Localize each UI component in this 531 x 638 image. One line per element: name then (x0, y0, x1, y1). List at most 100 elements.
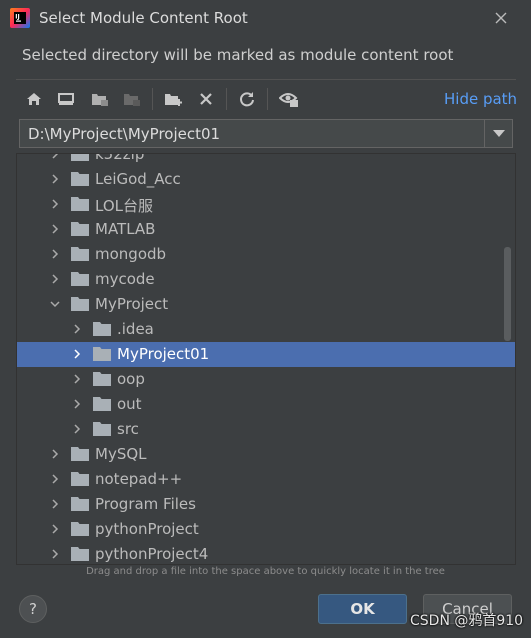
tree-row[interactable]: mycode (17, 267, 515, 292)
tree-row[interactable]: LeiGod_Acc (17, 167, 515, 192)
scrollbar-thumb[interactable] (504, 247, 511, 341)
folder-icon (93, 322, 111, 336)
tree-item-label: mongodb (95, 245, 167, 263)
toolbar-separator (152, 88, 153, 110)
chevron-right-icon[interactable] (50, 499, 60, 509)
chevron-right-icon[interactable] (50, 153, 60, 159)
path-input[interactable] (20, 120, 484, 147)
hide-path-link[interactable]: Hide path (444, 90, 517, 108)
tree-row[interactable]: MyProject (17, 292, 515, 317)
tree-row[interactable]: pythonProject (17, 517, 515, 542)
tree-item-label: MySQL (95, 445, 147, 463)
ok-button[interactable]: OK (318, 594, 407, 624)
project-directory-button[interactable] (88, 86, 112, 112)
folder-icon (71, 472, 89, 486)
chevron-right-icon[interactable] (50, 224, 60, 234)
drag-drop-hint: Drag and drop a file into the space abov… (86, 566, 445, 577)
tree-item-label: out (117, 395, 142, 413)
chevron-right-icon[interactable] (72, 399, 82, 409)
chevron-right-icon[interactable] (72, 374, 82, 384)
module-directory-button[interactable] (120, 86, 144, 112)
tree-row[interactable]: .idea (17, 317, 515, 342)
tree-item-label: MATLAB (95, 220, 156, 238)
folder-icon (71, 222, 89, 236)
delete-icon (200, 93, 212, 105)
chevron-right-icon[interactable] (72, 424, 82, 434)
folder-icon (71, 547, 89, 561)
tree-row[interactable]: MySQL (17, 442, 515, 467)
tree-row[interactable]: k52zip (17, 153, 515, 167)
tree-row[interactable]: Program Files (17, 492, 515, 517)
chevron-down-icon (492, 129, 505, 137)
folder-icon (71, 522, 89, 536)
folder-icon (71, 497, 89, 511)
folder-icon (71, 197, 89, 211)
chevron-right-icon[interactable] (72, 324, 82, 334)
delete-button[interactable] (194, 86, 218, 112)
toolbar-separator (267, 88, 268, 110)
close-button[interactable] (489, 7, 513, 29)
tree-item-label: pythonProject4 (95, 545, 209, 563)
intellij-idea-icon: IJ (10, 8, 30, 28)
show-hidden-button[interactable] (277, 86, 301, 112)
chevron-right-icon[interactable] (50, 249, 60, 259)
folder-icon (71, 247, 89, 261)
tree-item-label: Program Files (95, 495, 196, 513)
chevron-right-icon[interactable] (50, 449, 60, 459)
desktop-button[interactable] (54, 86, 78, 112)
module-folder-icon (124, 94, 140, 106)
chevron-right-icon[interactable] (50, 474, 60, 484)
refresh-button[interactable] (235, 86, 259, 112)
close-icon (495, 12, 507, 24)
tree-item-label: LOL台服 (95, 197, 153, 215)
watermark: CSDN @鸦首910 (410, 613, 524, 629)
tree-item-label: src (117, 420, 139, 438)
tree-item-label: notepad++ (95, 470, 183, 488)
help-button[interactable]: ? (19, 595, 47, 623)
folder-icon (93, 397, 111, 411)
folder-icon (71, 154, 89, 161)
tree-row[interactable]: mongodb (17, 242, 515, 267)
chevron-right-icon[interactable] (72, 349, 82, 359)
folder-icon (71, 447, 89, 461)
new-folder-button[interactable] (162, 86, 186, 112)
chevron-right-icon[interactable] (50, 524, 60, 534)
folder-icon (93, 347, 111, 361)
tree-row[interactable]: notepad++ (17, 467, 515, 492)
home-icon (27, 93, 41, 105)
directory-tree[interactable]: k52zip LeiGod_Acc LOL台服 MATLAB mongodb mycode… (16, 153, 516, 565)
chevron-down-icon[interactable] (50, 299, 60, 309)
tree-row[interactable]: LOL台服 (17, 192, 515, 217)
svg-text:IJ: IJ (15, 14, 19, 21)
tree-row[interactable]: out (17, 392, 515, 417)
tree-item-label: oop (117, 370, 145, 388)
title-bar: IJ Select Module Content Root (0, 0, 531, 37)
path-dropdown-button[interactable] (484, 120, 512, 147)
chevron-right-icon[interactable] (50, 274, 60, 284)
folder-icon (93, 372, 111, 386)
path-combobox[interactable] (19, 119, 513, 148)
toolbar-separator (226, 88, 227, 110)
home-button[interactable] (22, 86, 46, 112)
chevron-right-icon[interactable] (50, 174, 60, 184)
tree-row[interactable]: src (17, 417, 515, 442)
refresh-icon (240, 92, 254, 107)
dialog-title: Select Module Content Root (39, 9, 248, 27)
tree-item-label: MyProject (95, 295, 169, 313)
project-folder-icon (92, 94, 108, 106)
tree-row[interactable]: MATLAB (17, 217, 515, 242)
chevron-right-icon[interactable] (50, 199, 60, 209)
select-module-content-root-dialog: IJ Select Module Content Root Selected d… (0, 0, 531, 638)
show-hidden-icon (279, 93, 298, 107)
tree-row[interactable]: oop (17, 367, 515, 392)
tree-item-label: pythonProject (95, 520, 199, 538)
tree-row[interactable]: MyProject01 (17, 342, 515, 367)
folder-icon (71, 172, 89, 186)
dialog-description: Selected directory will be marked as mod… (22, 46, 454, 64)
tree-row[interactable]: pythonProject4 (17, 542, 515, 564)
folder-icon (93, 422, 111, 436)
toolbar (22, 86, 322, 112)
chevron-right-icon[interactable] (50, 549, 60, 559)
tree-item-label: mycode (95, 270, 155, 288)
desktop-icon (58, 93, 74, 105)
